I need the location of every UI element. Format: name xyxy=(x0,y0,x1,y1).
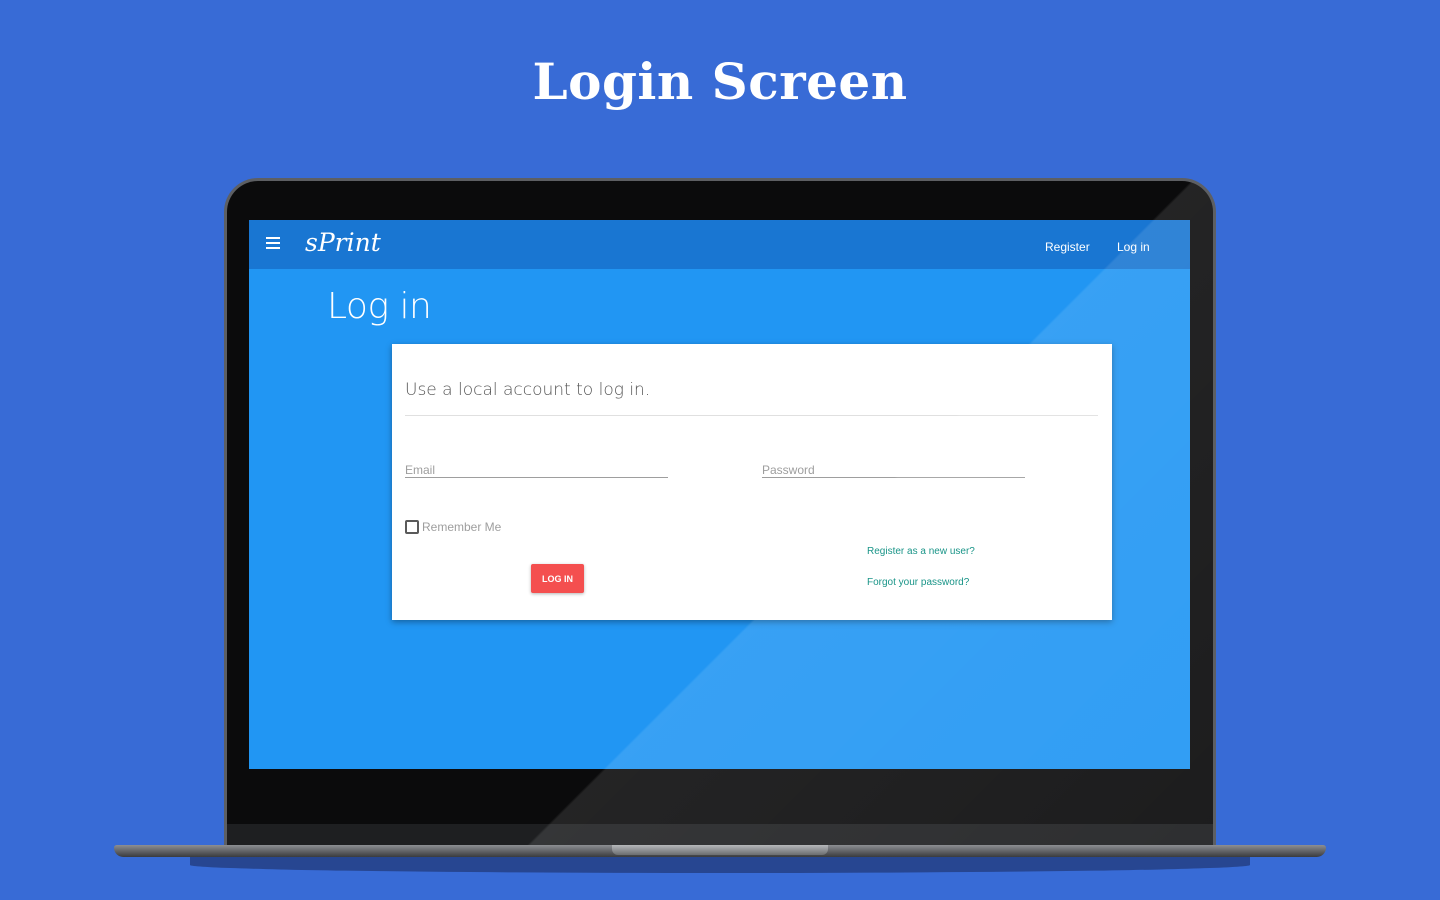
app-navbar: sPrint Register Log in xyxy=(249,220,1190,269)
nav-register-link[interactable]: Register xyxy=(1045,240,1090,254)
brand-logo[interactable]: sPrint xyxy=(305,228,381,257)
card-heading: Use a local account to log in. xyxy=(405,380,651,400)
password-field[interactable] xyxy=(762,462,1025,478)
laptop-screen: sPrint Register Log in Log in Use a loca… xyxy=(249,220,1190,769)
laptop-notch xyxy=(612,845,828,855)
register-new-user-link[interactable]: Register as a new user? xyxy=(867,546,975,557)
forgot-password-link[interactable]: Forgot your password? xyxy=(867,577,969,588)
laptop-lid: sPrint Register Log in Log in Use a loca… xyxy=(224,178,1216,848)
email-field[interactable] xyxy=(405,462,668,478)
login-button[interactable]: LOG IN xyxy=(531,564,584,593)
hamburger-menu-icon[interactable] xyxy=(266,237,280,249)
remember-me-checkbox[interactable] xyxy=(405,520,419,534)
page-headline: Login Screen xyxy=(532,52,908,111)
nav-login-link[interactable]: Log in xyxy=(1117,240,1150,254)
remember-me-label: Remember Me xyxy=(422,520,502,534)
page-title: Log in xyxy=(327,286,432,327)
laptop-shadow xyxy=(190,857,1250,873)
login-card: Use a local account to log in. Remember … xyxy=(392,344,1112,620)
remember-me[interactable]: Remember Me xyxy=(405,520,501,534)
divider xyxy=(405,415,1098,416)
